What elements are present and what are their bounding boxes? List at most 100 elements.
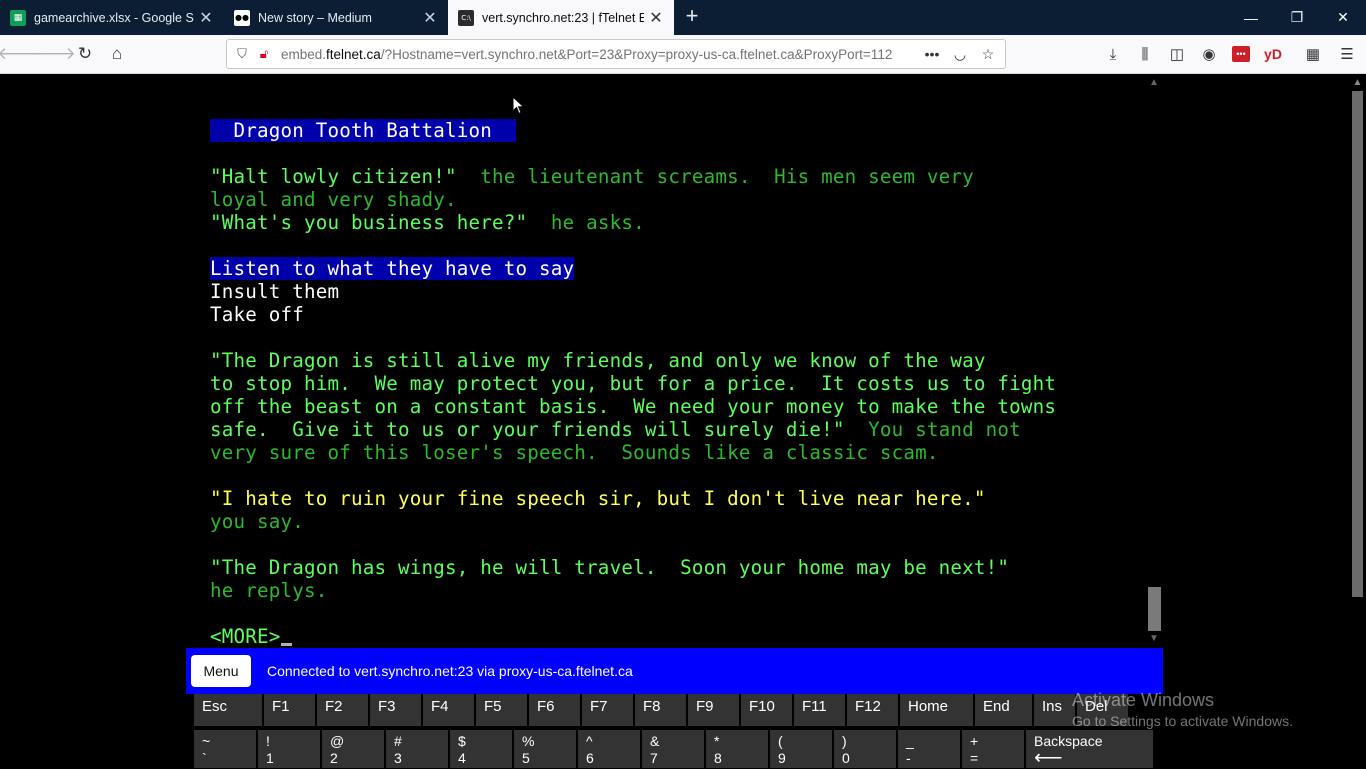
watermark-title: Activate Windows [1072, 690, 1215, 710]
key-shift-char: * [714, 733, 720, 749]
terminal-text-span: "I hate to ruin your fine speech sir, bu… [210, 487, 986, 510]
shield-icon[interactable]: ⛉ [231, 43, 253, 65]
key-=[interactable]: + = [962, 730, 1024, 768]
tab-ftelnet[interactable]: C:\ vert.synchro.net:23 | fTelnet Em ✕ [448, 0, 674, 35]
key-f11[interactable]: F11 [794, 694, 845, 726]
pocket-icon[interactable]: ◡ [949, 43, 971, 65]
close-tab-icon[interactable]: ✕ [418, 8, 442, 28]
key-1[interactable]: ! 1 [258, 730, 320, 768]
downloads-icon[interactable]: ⤓ [1100, 41, 1126, 67]
key-f9[interactable]: F9 [688, 694, 739, 726]
key-f2[interactable]: F2 [317, 694, 368, 726]
home-button[interactable]: ⌂ [103, 41, 131, 67]
reload-button[interactable]: ↻ [71, 41, 99, 67]
terminal-text-span: to stop him. We may protect you, but for… [210, 372, 1057, 395]
backspace-arrow-icon: ⟵ [1034, 747, 1063, 769]
mouse-cursor-icon [512, 96, 525, 115]
tab-title: New story – Medium [258, 10, 372, 25]
scroll-up-arrow-icon[interactable]: ▲ [1146, 75, 1162, 91]
key-7[interactable]: & 7 [642, 730, 704, 768]
restore-button[interactable]: ❐ [1274, 0, 1320, 35]
url-text[interactable]: embed.ftelnet.ca/?Hostname=vert.synchro.… [281, 47, 921, 62]
page-scroll-up-icon[interactable]: ▲ [1349, 75, 1366, 91]
key-esc[interactable]: Esc [194, 694, 262, 726]
key-f10[interactable]: F10 [741, 694, 792, 726]
key-char: 9 [778, 750, 786, 766]
key-f8[interactable]: F8 [635, 694, 686, 726]
account-icon[interactable]: ◉ [1196, 41, 1222, 67]
minimize-button[interactable]: — [1228, 0, 1274, 35]
key-3[interactable]: #3 [386, 730, 448, 768]
tab-medium[interactable]: ●● New story – Medium ✕ [224, 0, 448, 35]
option-take-off[interactable]: Take off [210, 303, 304, 326]
menu-hamburger-icon[interactable]: ☰ [1334, 41, 1360, 67]
key-9[interactable]: (9 [770, 730, 832, 768]
key-f6[interactable]: F6 [529, 694, 580, 726]
key-ins[interactable]: Ins [1034, 694, 1075, 726]
page-actions-icon[interactable]: ••• [921, 43, 943, 65]
page-scrollbar[interactable]: ▲ [1349, 75, 1366, 768]
new-tab-button[interactable]: + [680, 4, 704, 30]
page-scroll-thumb[interactable] [1352, 91, 1363, 597]
key-f1[interactable]: F1 [264, 694, 315, 726]
yandex-icon[interactable]: yD [1260, 41, 1286, 67]
url-domain: ftelnet.ca [326, 46, 381, 62]
key-char: 3 [394, 750, 402, 766]
key-shift-char: + [970, 733, 979, 749]
narration-line: "What's you business here?" he asks. [210, 211, 645, 234]
terminal-text-span: very sure of this loser's speech. Sounds… [210, 441, 939, 464]
terminal-text-span: you say. [210, 510, 305, 533]
key-f12[interactable]: F12 [847, 694, 898, 726]
key-char: 2 [330, 750, 338, 766]
terminal-scrollbar[interactable]: ▲ ▼ [1146, 75, 1162, 648]
key-f4[interactable]: F4 [423, 694, 474, 726]
address-bar[interactable]: ⛉ 🔓︎ embed.ftelnet.ca/?Hostname=vert.syn… [226, 39, 1006, 69]
key-2[interactable]: @2 [322, 730, 384, 768]
insecure-lock-icon[interactable]: 🔓︎ [253, 43, 275, 65]
connection-status-bar: Menu Connected to vert.synchro.net:23 vi… [186, 648, 1163, 694]
close-window-button[interactable]: ✕ [1320, 0, 1366, 35]
key-f5[interactable]: F5 [476, 694, 527, 726]
tab-google-sheets[interactable]: ▦ gamearchive.xlsx - Google Shee ✕ [0, 0, 224, 35]
key-shift-char: _ [906, 733, 914, 749]
virtual-keyboard: Esc F1 F2 F3 F4 F5 F6 F7 F8 F9 F10 F11 F12 Home End Ins… [186, 694, 1163, 768]
key-char: ` [202, 750, 207, 766]
key-shift-char: # [394, 733, 402, 749]
lastpass-icon[interactable]: ••• [1228, 41, 1254, 67]
extensions-icon[interactable]: ▦ [1300, 41, 1326, 67]
terminal-text-span: "The Dragon has wings, he will travel. S… [210, 556, 1010, 579]
key-f3[interactable]: F3 [370, 694, 421, 726]
key-4[interactable]: $4 [450, 730, 512, 768]
forward-button[interactable]: 🡒 [30, 41, 76, 67]
key-6[interactable]: ^ 6 [578, 730, 640, 768]
narration-line: "Halt lowly citizen!" the lieutenant scr… [210, 165, 974, 188]
key-char: 5 [522, 750, 530, 766]
key-home[interactable]: Home [900, 694, 973, 726]
watermark-subtitle: Go to Settings to activate Windows. [1072, 713, 1293, 729]
text-cursor [280, 643, 292, 646]
key-char: 7 [650, 750, 658, 766]
option-listen[interactable]: Listen to what they have to say [210, 257, 575, 280]
telnet-terminal[interactable]: Dragon Tooth Battalion "Halt lowly citiz… [186, 75, 1146, 648]
close-tab-icon[interactable]: ✕ [644, 8, 668, 28]
speech-line: "The Dragon is still alive my friends, a… [210, 349, 986, 372]
key-8[interactable]: * 8 [706, 730, 768, 768]
terminal-scroll-thumb[interactable] [1148, 587, 1161, 631]
key-end[interactable]: End [975, 694, 1032, 726]
key-0[interactable]: ) 0 [834, 730, 896, 768]
key-char: 1 [266, 750, 274, 766]
sidebar-icon[interactable]: ◫ [1164, 41, 1190, 67]
key-f7[interactable]: F7 [582, 694, 633, 726]
close-tab-icon[interactable]: ✕ [194, 8, 218, 28]
key-`[interactable]: ~ ` [194, 730, 256, 768]
key-backspace[interactable]: Backspace ⟵ [1026, 730, 1153, 768]
option-insult[interactable]: Insult them [210, 280, 339, 303]
more-text: <MORE> [210, 625, 281, 648]
library-icon[interactable]: ⫼ [1132, 41, 1158, 67]
menu-button[interactable]: Menu [191, 655, 251, 687]
key-5[interactable]: % 5 [514, 730, 576, 768]
key--[interactable]: _ - [898, 730, 960, 768]
key-shift-char: ) [842, 733, 847, 749]
scroll-down-arrow-icon[interactable]: ▼ [1146, 631, 1162, 647]
bookmark-star-icon[interactable]: ☆ [977, 43, 999, 65]
